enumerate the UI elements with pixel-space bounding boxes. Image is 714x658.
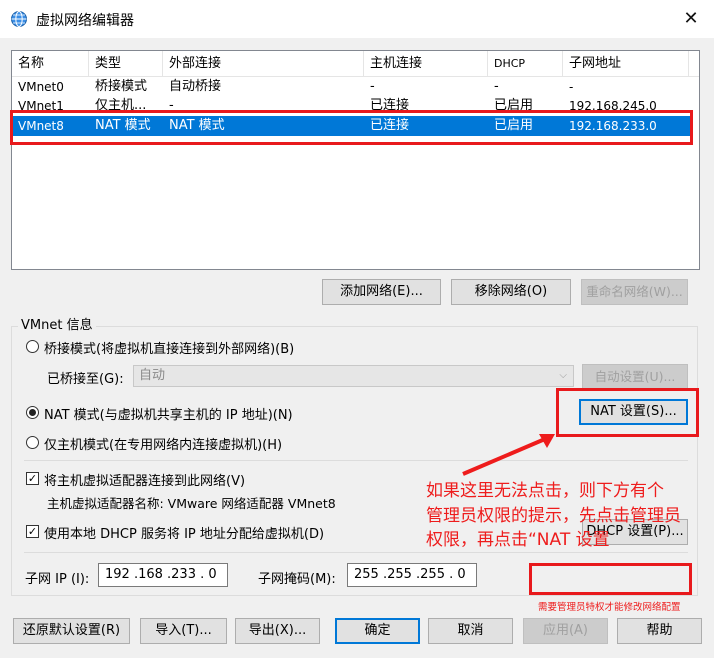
bridged-to-select[interactable]: 自动 ⌵ — [133, 365, 574, 387]
network-globe-icon — [11, 11, 27, 27]
window-title: 虚拟网络编辑器 — [36, 13, 134, 29]
column-host[interactable]: 主机连接 — [364, 51, 488, 76]
bridged-label: 桥接模式(将虚拟机直接连接到外部网络)(B) — [44, 342, 295, 357]
vmnet-info-label: VMnet 信息 — [18, 314, 96, 333]
annotation-arrow-icon — [462, 434, 555, 476]
cell-type: 桥接模式 — [95, 79, 148, 94]
column-external[interactable]: 外部连接 — [163, 51, 364, 76]
cell-name: VMnet0 — [18, 80, 64, 94]
divider — [24, 552, 688, 553]
cell-host: - — [370, 79, 375, 94]
bridged-radio[interactable] — [26, 340, 39, 353]
column-type[interactable]: 类型 — [89, 51, 163, 76]
subnet-ip-label: 子网 IP (I): — [25, 572, 90, 587]
highlight-nat-settings — [556, 388, 699, 437]
cell-dhcp: - — [494, 79, 499, 94]
column-subnet[interactable]: 子网地址 — [563, 51, 689, 76]
add-network-button[interactable]: 添加网络(E)... — [322, 279, 441, 305]
help-button[interactable]: 帮助 — [617, 618, 702, 644]
cell-subnet: - — [569, 80, 574, 94]
import-button[interactable]: 导入(T)... — [140, 618, 227, 644]
cell-external: 自动桥接 — [169, 79, 222, 94]
close-icon[interactable]: ✕ — [676, 6, 706, 32]
hostonly-label: 仅主机模式(在专用网络内连接虚拟机)(H) — [44, 438, 283, 453]
network-list[interactable]: 名称 类型 外部连接 主机连接 DHCP 子网地址 VMnet0 桥接模式 自动… — [11, 50, 700, 270]
subnet-mask-label: 子网掩码(M): — [258, 572, 336, 587]
bridged-to-label: 已桥接至(G): — [47, 372, 124, 387]
use-dhcp-checkbox[interactable]: ✓ — [26, 525, 39, 538]
annotation-line-2: 管理员权限的提示，先点击管理员 — [426, 506, 681, 526]
hostonly-radio[interactable] — [26, 436, 39, 449]
apply-button[interactable]: 应用(A) — [523, 618, 608, 644]
rename-network-button[interactable]: 重命名网络(W)... — [581, 279, 688, 305]
remove-network-button[interactable]: 移除网络(O) — [451, 279, 571, 305]
column-name[interactable]: 名称 — [12, 51, 89, 76]
cancel-button[interactable]: 取消 — [428, 618, 513, 644]
chevron-down-icon: ⌵ — [559, 370, 567, 381]
list-header: 名称 类型 外部连接 主机连接 DHCP 子网地址 — [12, 51, 699, 77]
connect-adapter-label: 将主机虚拟适配器连接到此网络(V) — [44, 474, 246, 489]
table-row[interactable]: VMnet0 桥接模式 自动桥接 - - - — [12, 77, 690, 97]
adapter-name-label: 主机虚拟适配器名称: VMware 网络适配器 VMnet8 — [47, 496, 336, 511]
connect-adapter-checkbox[interactable]: ✓ — [26, 472, 39, 485]
admin-warning-text[interactable]: 需要管理员特权才能修改网络配置 — [538, 599, 681, 613]
highlight-admin-area — [529, 563, 692, 595]
subnet-mask-field[interactable]: 255 .255 .255 . 0 — [347, 563, 477, 587]
column-dhcp[interactable]: DHCP — [488, 51, 563, 76]
use-dhcp-label: 使用本地 DHCP 服务将 IP 地址分配给虚拟机(D) — [44, 527, 325, 542]
nat-label: NAT 模式(与虚拟机共享主机的 IP 地址)(N) — [44, 408, 293, 423]
title-bar: 虚拟网络编辑器 ✕ — [0, 0, 714, 38]
annotation-line-3: 权限，再点击“NAT 设置 — [426, 530, 610, 550]
bridged-to-value: 自动 — [139, 368, 166, 383]
ok-button[interactable]: 确定 — [335, 618, 420, 644]
subnet-ip-field[interactable]: 192 .168 .233 . 0 — [98, 563, 228, 587]
nat-radio[interactable] — [26, 406, 39, 419]
divider — [24, 460, 688, 461]
auto-settings-button[interactable]: 自动设置(U)... — [582, 364, 688, 390]
export-button[interactable]: 导出(X)... — [235, 618, 320, 644]
highlight-vmnet8-row — [10, 110, 693, 145]
annotation-line-1: 如果这里无法点击，则下方有个 — [426, 481, 664, 501]
restore-defaults-button[interactable]: 还原默认设置(R) — [13, 618, 130, 644]
